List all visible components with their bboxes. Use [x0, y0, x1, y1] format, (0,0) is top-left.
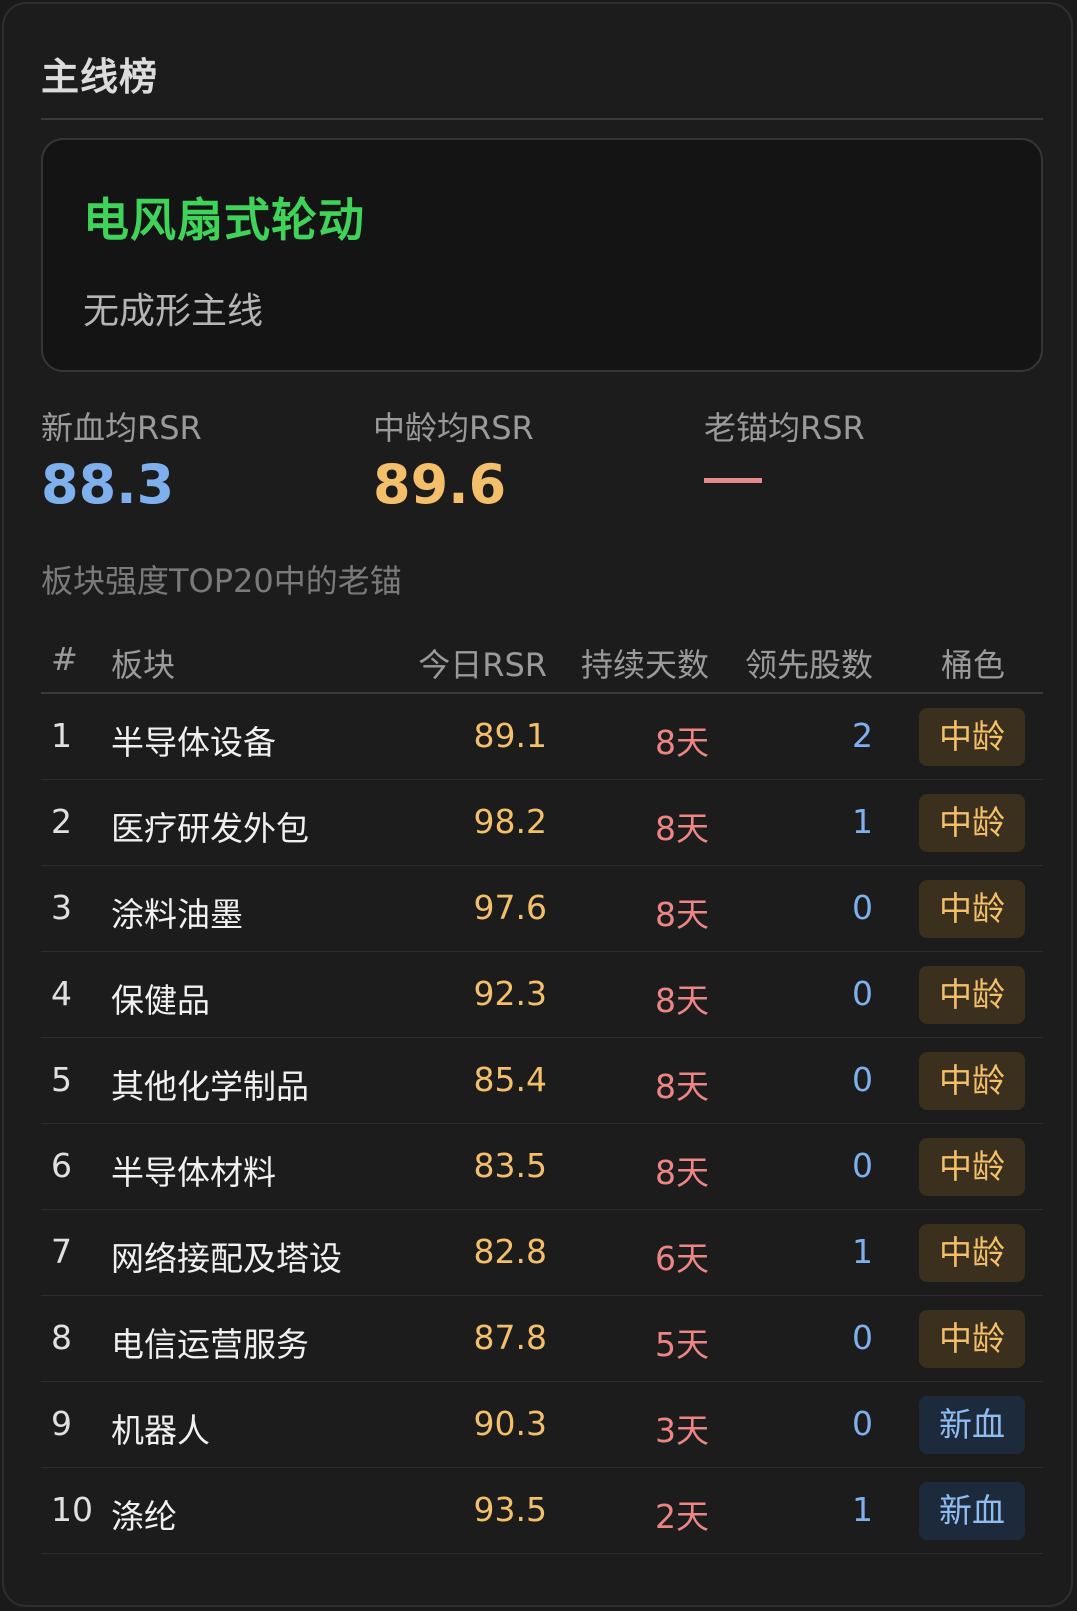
row-sector-name: 涤纶	[111, 1497, 177, 1536]
row-rsr: 85.4	[473, 1060, 547, 1099]
row-sector-name: 涂料油墨	[111, 895, 243, 934]
main-line-panel: 主线榜 电风扇式轮动 无成形主线 新血均RSR 88.3 中龄均RSR 89.6…	[2, 2, 1073, 1607]
row-days: 8天	[655, 809, 709, 848]
row-sector-name: 机器人	[111, 1411, 210, 1450]
metric-label: 新血均RSR	[41, 409, 202, 447]
metric-label: 中龄均RSR	[373, 409, 534, 447]
table-row[interactable]: 5 其他化学制品 85.4 8天 0 中龄	[41, 1038, 1043, 1124]
bucket-tag: 中龄	[919, 1138, 1025, 1196]
table-row[interactable]: 6 半导体材料 83.5 8天 0 中龄	[41, 1124, 1043, 1210]
row-rank: 2	[51, 802, 72, 841]
row-lead-count: 0	[852, 1404, 873, 1443]
row-sector-name: 其他化学制品	[111, 1067, 309, 1106]
bucket-tag: 新血	[919, 1482, 1025, 1540]
panel-title: 主线榜	[41, 55, 159, 99]
sector-table: # 板块 今日RSR 持续天数 领先股数 桶色 1 半导体设备 89.1 8天 2 中龄 2…	[41, 622, 1043, 1554]
row-rsr: 98.2	[473, 802, 547, 841]
row-days: 8天	[655, 895, 709, 934]
header-days: 持续天数	[580, 646, 709, 684]
row-lead-count: 1	[852, 1490, 873, 1529]
metric-old-anchor: 老锚均RSR	[704, 408, 1004, 483]
metric-value: 89.6	[373, 453, 507, 516]
row-sector-name: 医疗研发外包	[111, 809, 309, 848]
bucket-tag: 中龄	[919, 794, 1025, 852]
row-days: 6天	[655, 1239, 709, 1278]
bucket-tag: 中龄	[919, 1310, 1025, 1368]
row-rank: 8	[51, 1318, 72, 1357]
row-rank: 6	[51, 1146, 72, 1185]
bucket-tag: 中龄	[919, 708, 1025, 766]
summary-card: 电风扇式轮动 无成形主线	[41, 138, 1043, 372]
row-rsr: 97.6	[473, 888, 547, 927]
row-rsr: 83.5	[473, 1146, 547, 1185]
section-note: 板块强度TOP20中的老锚	[41, 562, 402, 600]
table-row[interactable]: 9 机器人 90.3 3天 0 新血	[41, 1382, 1043, 1468]
summary-subtitle: 无成形主线	[83, 291, 264, 332]
summary-headline: 电风扇式轮动	[83, 193, 365, 247]
table-row[interactable]: 2 医疗研发外包 98.2 8天 1 中龄	[41, 780, 1043, 866]
table-header: # 板块 今日RSR 持续天数 领先股数 桶色	[41, 622, 1043, 694]
row-rsr: 93.5	[473, 1490, 547, 1529]
row-sector-name: 网络接配及塔设	[111, 1239, 342, 1278]
row-rank: 9	[51, 1404, 72, 1443]
row-days: 8天	[655, 723, 709, 762]
bucket-tag: 中龄	[919, 880, 1025, 938]
metric-value: 88.3	[41, 453, 175, 516]
table-row[interactable]: 4 保健品 92.3 8天 0 中龄	[41, 952, 1043, 1038]
header-tag: 桶色	[940, 646, 1005, 684]
row-lead-count: 2	[852, 716, 873, 755]
row-days: 8天	[655, 1067, 709, 1106]
row-days: 8天	[655, 1153, 709, 1192]
row-sector-name: 半导体材料	[111, 1153, 276, 1192]
title-divider	[41, 118, 1043, 120]
metric-label: 老锚均RSR	[704, 409, 865, 447]
row-rank: 10	[51, 1490, 93, 1529]
row-days: 3天	[655, 1411, 709, 1450]
metric-empty-dash	[704, 478, 762, 483]
row-rsr: 92.3	[473, 974, 547, 1013]
row-days: 8天	[655, 981, 709, 1020]
bucket-tag: 新血	[919, 1396, 1025, 1454]
row-days: 2天	[655, 1497, 709, 1536]
bucket-tag: 中龄	[919, 966, 1025, 1024]
row-days: 5天	[655, 1325, 709, 1364]
header-rsr: 今日RSR	[418, 646, 547, 684]
row-rank: 4	[51, 974, 72, 1013]
table-row[interactable]: 10 涤纶 93.5 2天 1 新血	[41, 1468, 1043, 1554]
row-lead-count: 0	[852, 974, 873, 1013]
table-row[interactable]: 1 半导体设备 89.1 8天 2 中龄	[41, 694, 1043, 780]
row-sector-name: 半导体设备	[111, 723, 276, 762]
row-rank: 7	[51, 1232, 72, 1271]
table-row[interactable]: 3 涂料油墨 97.6 8天 0 中龄	[41, 866, 1043, 952]
row-rank: 1	[51, 716, 72, 755]
row-rsr: 89.1	[473, 716, 547, 755]
bucket-tag: 中龄	[919, 1224, 1025, 1282]
row-sector-name: 电信运营服务	[111, 1325, 309, 1364]
row-rsr: 87.8	[473, 1318, 547, 1357]
row-rank: 5	[51, 1060, 72, 1099]
row-rsr: 82.8	[473, 1232, 547, 1271]
row-lead-count: 0	[852, 1318, 873, 1357]
header-name: 板块	[111, 646, 176, 684]
row-lead-count: 0	[852, 888, 873, 927]
row-rank: 3	[51, 888, 72, 927]
row-lead-count: 0	[852, 1146, 873, 1185]
metric-new-blood: 新血均RSR 88.3	[41, 408, 341, 520]
row-lead-count: 1	[852, 1232, 873, 1271]
bucket-tag: 中龄	[919, 1052, 1025, 1110]
table-row[interactable]: 7 网络接配及塔设 82.8 6天 1 中龄	[41, 1210, 1043, 1296]
header-lead: 领先股数	[744, 646, 873, 684]
row-sector-name: 保健品	[111, 981, 210, 1020]
metric-mid-age: 中龄均RSR 89.6	[373, 408, 673, 520]
row-lead-count: 0	[852, 1060, 873, 1099]
table-body: 1 半导体设备 89.1 8天 2 中龄 2 医疗研发外包 98.2 8天 1 中龄 3 涂料油墨 97.6…	[41, 694, 1043, 1554]
table-row[interactable]: 8 电信运营服务 87.8 5天 0 中龄	[41, 1296, 1043, 1382]
row-lead-count: 1	[852, 802, 873, 841]
row-rsr: 90.3	[473, 1404, 547, 1443]
header-rank: #	[51, 640, 78, 678]
